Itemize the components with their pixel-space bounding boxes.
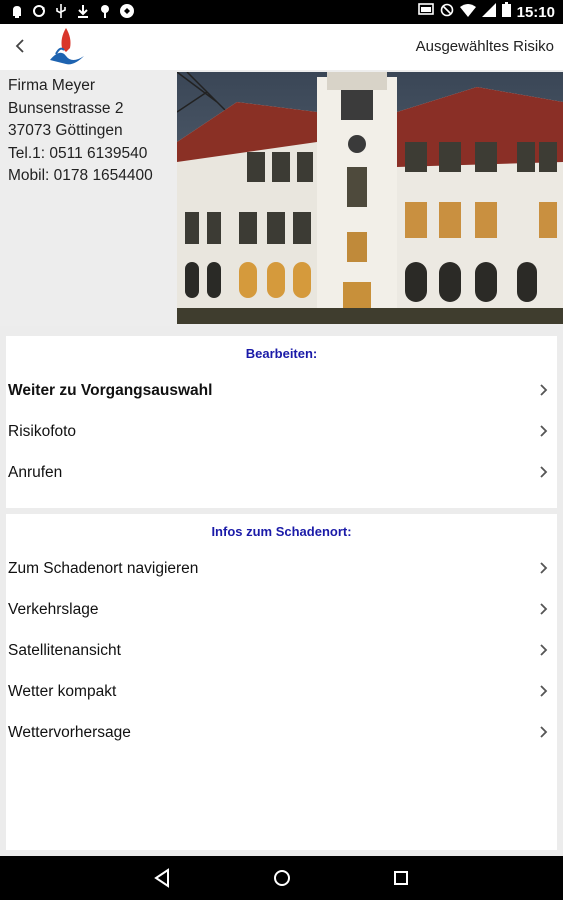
status-system: 15:10: [417, 2, 555, 22]
status-time: 15:10: [516, 3, 555, 21]
chevron-right-icon: [537, 722, 551, 742]
chevron-right-icon: [537, 421, 551, 441]
edit-section-title: Bearbeiten:: [245, 346, 318, 361]
list-item-navigate[interactable]: Zum Schadenort navigieren: [6, 548, 557, 589]
wifi-icon: [459, 3, 476, 22]
list-item-label: Wettervorhersage: [8, 723, 131, 741]
list-item-risikofoto[interactable]: Risikofoto: [6, 411, 557, 452]
app-bar: Ausgewähltes Risiko: [0, 24, 563, 70]
contact-info: Firma Meyer Bunsenstrasse 2 37073 Göttin…: [8, 75, 153, 188]
list-item-label: Verkehrslage: [8, 600, 99, 618]
chevron-right-icon: [537, 681, 551, 701]
mobile-number: Mobil: 0178 1654400: [8, 167, 153, 184]
list-item-satellite[interactable]: Satellitenansicht: [6, 630, 557, 671]
city-address: 37073 Göttingen: [8, 122, 123, 139]
phone-number: Tel.1: 0511 6139540: [8, 144, 148, 162]
edit-card: Bearbeiten: Weiter zu Vorgangsauswahl Ri…: [6, 336, 557, 508]
app-logo: [44, 26, 90, 68]
list-item-label: Anrufen: [8, 463, 63, 481]
risk-header: Firma Meyer Bunsenstrasse 2 37073 Göttin…: [0, 70, 563, 326]
list-item-vorgangsauswahl[interactable]: Weiter zu Vorgangsauswahl: [6, 370, 557, 411]
chevron-right-icon: [537, 640, 551, 660]
download-icon: [75, 3, 91, 19]
chevron-right-icon: [537, 380, 551, 400]
street-address: Bunsenstrasse 2: [8, 99, 124, 117]
page-title: Ausgewähltes Risiko: [415, 38, 554, 55]
location-card: Infos zum Schadenort: Zum Schadenort nav…: [6, 514, 557, 850]
risk-photo: [177, 72, 563, 324]
do-not-disturb-icon: [440, 3, 454, 22]
nav-home-icon[interactable]: [270, 866, 294, 890]
status-bar: 15:10: [0, 0, 563, 24]
system-nav-bar: [0, 856, 563, 900]
list-item-traffic[interactable]: Verkehrslage: [6, 589, 557, 630]
location-section-title: Infos zum Schadenort:: [211, 524, 352, 539]
back-arrow-icon[interactable]: [14, 36, 34, 56]
status-notifications: [9, 3, 135, 19]
list-item-label: Weiter zu Vorgangsauswahl: [8, 381, 213, 399]
content-area: Bearbeiten: Weiter zu Vorgangsauswahl Ri…: [0, 326, 563, 856]
list-item-label: Zum Schadenort navigieren: [8, 559, 199, 577]
list-item-anrufen[interactable]: Anrufen: [6, 452, 557, 493]
nav-back-icon[interactable]: [150, 866, 174, 890]
usb-icon: [53, 3, 69, 19]
nav-recents-icon[interactable]: [389, 866, 413, 890]
list-item-label: Risikofoto: [8, 422, 77, 440]
list-item-label: Satellitenansicht: [8, 641, 121, 659]
company-name: Firma Meyer: [8, 77, 95, 94]
chevron-right-icon: [537, 462, 551, 482]
cast-icon: [417, 2, 434, 22]
location-icon: [97, 3, 113, 19]
app-icon: [119, 3, 135, 19]
notification-icon: [9, 3, 25, 19]
list-item-forecast[interactable]: Wettervorhersage: [6, 712, 557, 753]
chevron-right-icon: [537, 599, 551, 619]
list-item-label: Wetter kompakt: [8, 682, 117, 700]
chevron-right-icon: [537, 558, 551, 578]
list-item-weather-compact[interactable]: Wetter kompakt: [6, 671, 557, 712]
battery-icon: [501, 2, 511, 22]
signal-icon: [481, 2, 496, 22]
sync-icon: [31, 3, 47, 19]
